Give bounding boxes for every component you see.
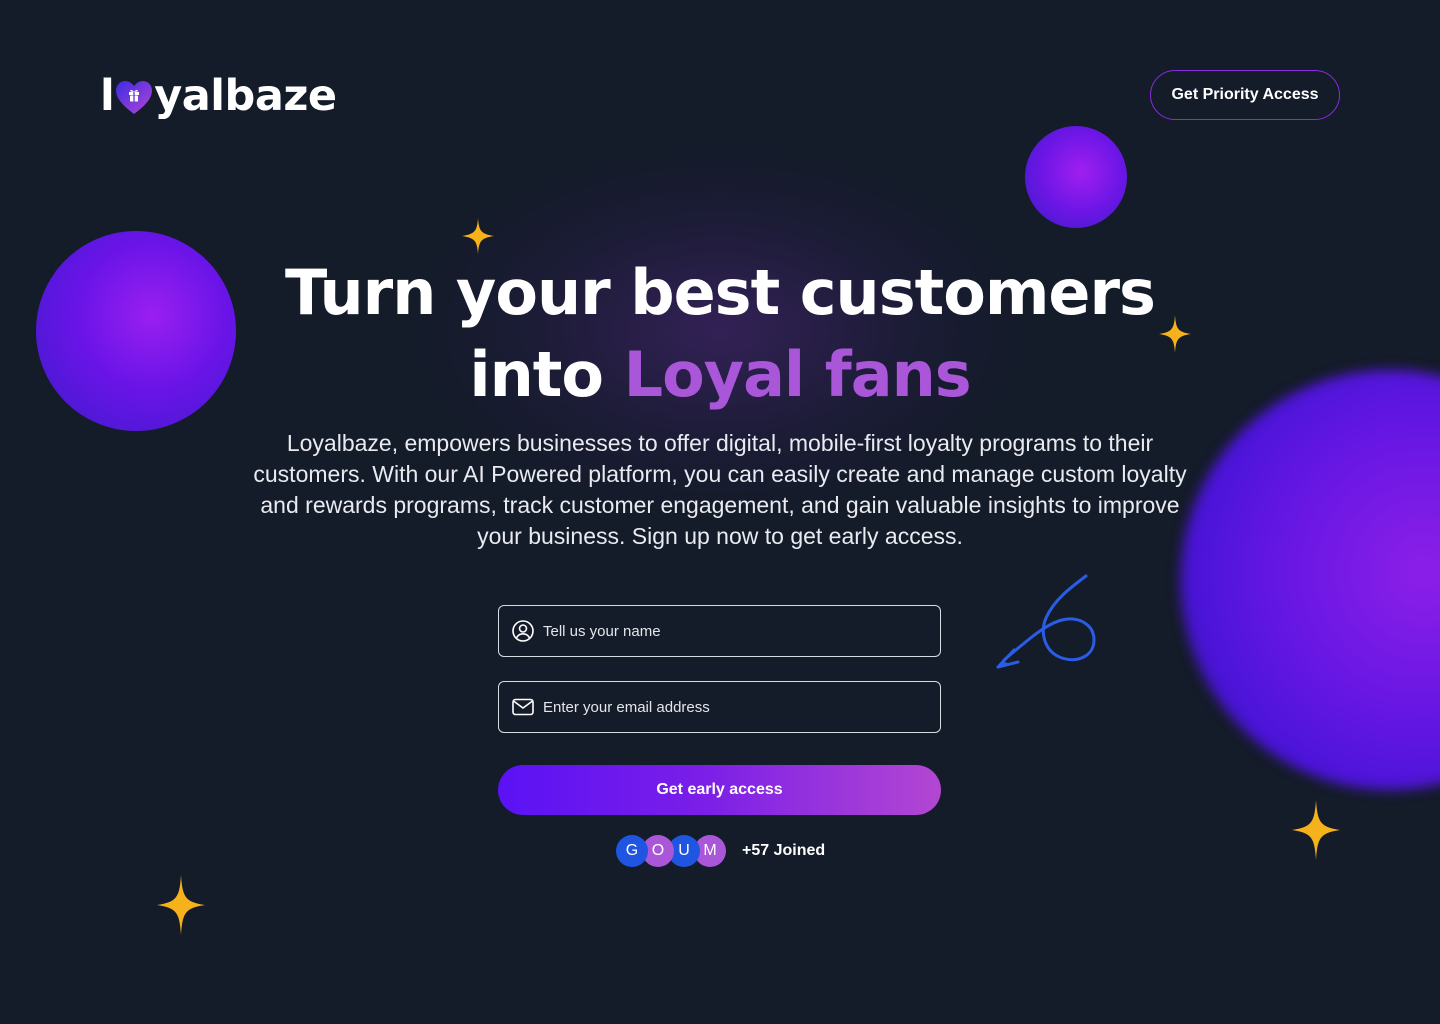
get-early-access-button[interactable]: Get early access (498, 765, 941, 815)
hero-description: Loyalbaze, empowers businesses to offer … (253, 430, 1187, 549)
name-field[interactable] (498, 605, 941, 657)
sparkle-star-icon (157, 875, 205, 935)
right-orb-decoration (1180, 370, 1440, 790)
joined-count: G O U M +57 Joined (616, 834, 825, 868)
user-circle-icon (512, 620, 534, 642)
curly-arrow-icon (996, 574, 1096, 669)
logo-text-prefix: l (100, 71, 115, 121)
email-input[interactable] (543, 698, 923, 716)
headline-line-1: Turn your best customers (285, 256, 1156, 329)
left-orb-decoration (36, 231, 236, 431)
get-priority-access-button[interactable]: Get Priority Access (1150, 70, 1340, 120)
avatar: G (616, 835, 648, 867)
heart-gift-icon (116, 81, 153, 114)
landing-page: l yalbaze Get Priority Access Turn your … (0, 0, 1440, 1024)
name-input[interactable] (543, 622, 923, 640)
sparkle-star-icon (462, 218, 494, 254)
headline-accent: Loyal fans (623, 338, 972, 411)
envelope-icon (512, 698, 534, 716)
brand-logo[interactable]: l yalbaze (100, 68, 337, 124)
joined-text: +57 Joined (742, 842, 826, 859)
top-orb-decoration (1025, 126, 1127, 228)
headline-into: into (469, 338, 604, 411)
logo-text-suffix: yalbaze (154, 71, 337, 121)
email-field[interactable] (498, 681, 941, 733)
sparkle-star-icon (1292, 800, 1340, 860)
hero-headline: Turn your best customers into Loyal fans (220, 252, 1220, 416)
